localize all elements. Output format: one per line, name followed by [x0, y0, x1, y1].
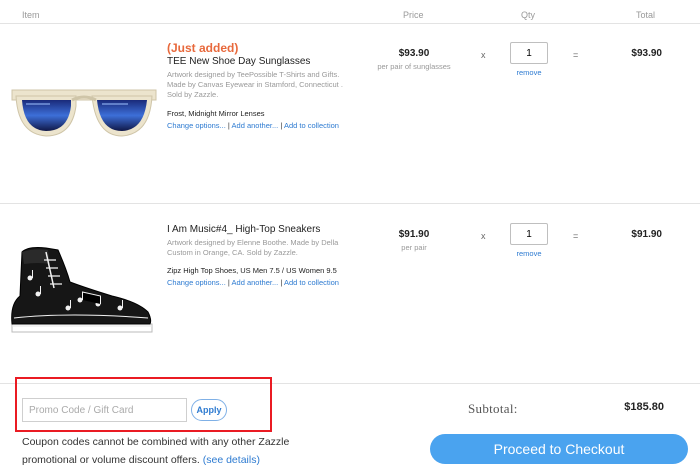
just-added-badge: (Just added): [167, 41, 239, 55]
quantity-input[interactable]: [510, 42, 548, 64]
add-another-link[interactable]: Add another...: [232, 121, 279, 130]
link-separator: |: [280, 121, 283, 130]
product-name[interactable]: I Am Music#4_ High-Top Sneakers: [167, 224, 320, 235]
add-to-collection-link[interactable]: Add to collection: [284, 121, 339, 130]
change-options-link[interactable]: Change options...: [167, 278, 226, 287]
remove-link[interactable]: remove: [509, 249, 549, 258]
item-total: $91.90: [631, 229, 662, 240]
subtotal-label: Subtotal:: [468, 401, 518, 416]
product-name[interactable]: TEE New Shoe Day Sunglasses: [167, 56, 310, 67]
product-description: Artwork designed by TeePossible T-Shirts…: [167, 70, 343, 99]
item-links: Change options... | Add another... | Add…: [167, 278, 339, 287]
multiply-sign: x: [481, 231, 486, 241]
price-unit: per pair of sunglasses: [377, 62, 451, 71]
price-unit: per pair: [401, 243, 427, 252]
header-divider: [0, 23, 700, 24]
item-total: $93.90: [631, 48, 662, 59]
sneaker-image[interactable]: [8, 242, 156, 338]
item-price: $93.90: [398, 48, 430, 59]
column-header-qty: Qty: [521, 10, 536, 20]
link-separator: |: [227, 121, 230, 130]
sunglasses-image[interactable]: [10, 82, 158, 150]
item-links: Change options... | Add another... | Add…: [167, 121, 339, 130]
column-header-price: Price: [403, 10, 424, 20]
quantity-input[interactable]: [510, 223, 548, 245]
coupon-note: Coupon codes cannot be combined with any…: [22, 433, 322, 469]
add-to-collection-link[interactable]: Add to collection: [284, 278, 339, 287]
subtotal-value: $185.80: [624, 401, 664, 413]
product-option: Zipz High Top Shoes, US Men 7.5 / US Wom…: [167, 266, 337, 275]
remove-link[interactable]: remove: [509, 68, 549, 77]
add-another-link[interactable]: Add another...: [232, 278, 279, 287]
link-separator: |: [227, 278, 230, 287]
column-header-item: Item: [22, 10, 40, 20]
product-option: Frost, Midnight Mirror Lenses: [167, 109, 265, 118]
apply-button[interactable]: Apply: [191, 399, 227, 421]
change-options-link[interactable]: Change options...: [167, 121, 226, 130]
item-divider: [0, 203, 700, 204]
see-details-link[interactable]: (see details): [203, 454, 260, 466]
equals-sign: =: [573, 231, 579, 241]
promo-code-input[interactable]: [22, 398, 187, 422]
multiply-sign: x: [481, 50, 486, 60]
equals-sign: =: [573, 50, 579, 60]
column-header-total: Total: [636, 10, 656, 20]
proceed-to-checkout-button[interactable]: Proceed to Checkout: [430, 434, 688, 464]
item-price: $91.90: [398, 229, 430, 240]
link-separator: |: [280, 278, 283, 287]
product-description: Artwork designed by Elenne Boothe. Made …: [167, 238, 339, 257]
